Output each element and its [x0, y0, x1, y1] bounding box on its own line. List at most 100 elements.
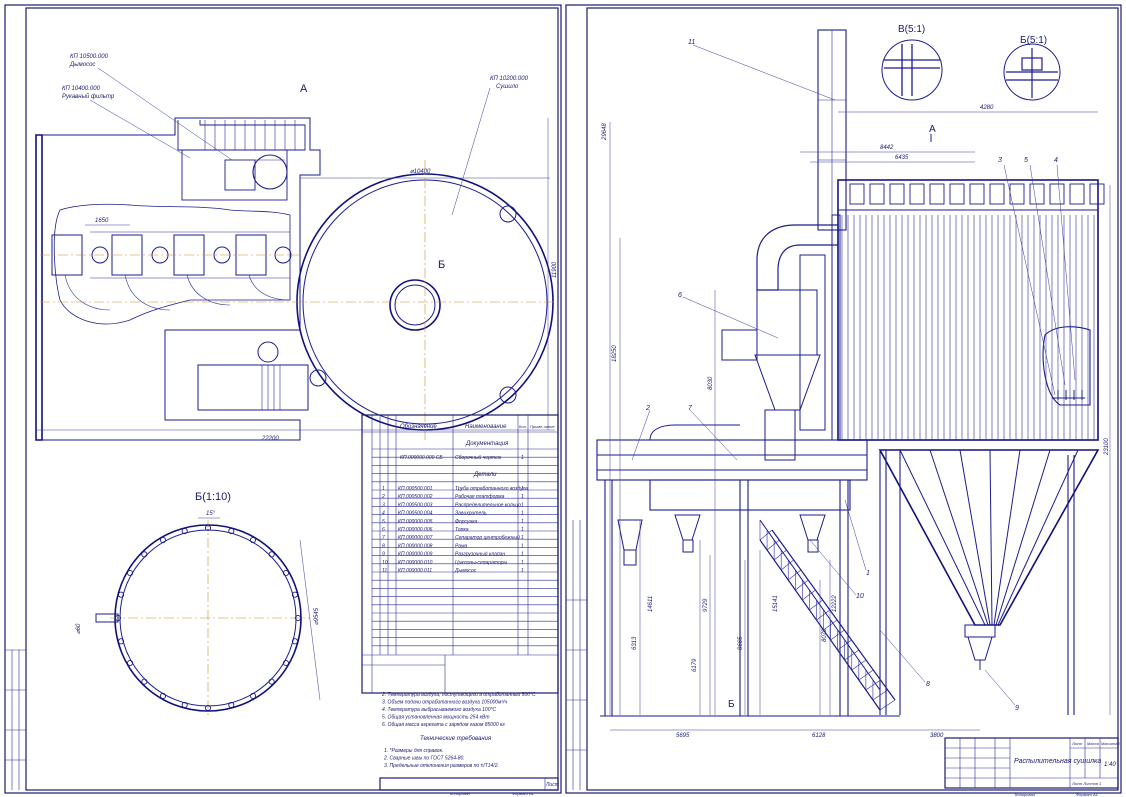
- dim-9729: 9729: [703, 598, 709, 612]
- title-block-mass: Масса: [1087, 741, 1100, 746]
- left-sheet-outer-frame: [4, 4, 562, 794]
- spec-row-name: Дымосос: [454, 568, 477, 574]
- dim-6435: 6435: [895, 155, 909, 161]
- spec-row-code: КП.000000.009: [398, 552, 433, 558]
- inspection-opening: [1042, 326, 1091, 406]
- spec-row-name: Циклоны-сепараторы: [455, 560, 508, 566]
- chimney: [817, 29, 847, 231]
- left-binding-strip: [5, 649, 26, 790]
- dim-8665: 8665: [738, 636, 744, 650]
- position-number: 3: [998, 157, 1002, 164]
- spec-row-code: КП.000500.001: [398, 486, 433, 492]
- spec-header-name: Наименование: [465, 424, 507, 430]
- platform: [596, 424, 868, 511]
- dim-12222: 12222: [832, 595, 838, 612]
- title-block-sheet: Лист: [1071, 741, 1083, 746]
- position-number: 5: [1024, 157, 1028, 164]
- spec-rows: 1 КП.000500.001 Труба отработанного воздух…: [381, 486, 528, 574]
- left-sheet-label: Лист: [545, 782, 559, 788]
- dim-6179: 6179: [692, 658, 698, 672]
- spec-row-code: КП.000500.002: [398, 494, 433, 500]
- detail-b-title: Б(1:10): [195, 491, 231, 503]
- callout-name-3: Сушило: [496, 84, 519, 90]
- spec-doc-code: КП.000000.000 СБ: [400, 455, 443, 461]
- left-copied: Копировал: [450, 791, 471, 796]
- plan-exhauster-box: [224, 159, 256, 191]
- position-number: 7: [688, 405, 693, 412]
- drawing-canvas: А КП 10500.000 Дымосос КП 10400.000 Рука…: [4, 4, 1122, 797]
- spec-row-qty: 1: [521, 535, 524, 541]
- dim-15141: 15141: [773, 595, 779, 612]
- spec-row-name: Форсунка: [455, 519, 478, 525]
- spec-row-code: КП.000000.005: [398, 519, 433, 525]
- spec-header-qty: Кол.: [519, 424, 527, 429]
- spec-row-qty: 1: [521, 502, 524, 508]
- spec-row-code: КП.000000.010: [398, 560, 433, 566]
- spec-section-docs: Документация: [465, 441, 509, 447]
- dim-1650: 1650: [95, 218, 109, 224]
- dim-11900: 11900: [552, 261, 558, 278]
- callout-name-1: Дымосос: [69, 62, 95, 68]
- spec-row-qty: 1: [521, 527, 524, 533]
- position-number: 6: [678, 292, 682, 299]
- spec-row-qty: 1: [521, 568, 524, 574]
- plan-view: [35, 67, 555, 441]
- left-title-strip: [379, 777, 559, 791]
- spec-row-name: Распределительное кольцо: [455, 502, 521, 508]
- ring-hole: [268, 551, 275, 558]
- spec-section-parts: Детали: [473, 472, 497, 478]
- dim-5695: 5695: [676, 733, 690, 739]
- spec-row-code: КП.000000.011: [398, 568, 432, 574]
- left-sheet: А КП 10500.000 Дымосос КП 10400.000 Рука…: [4, 4, 562, 796]
- dim-14611: 14611: [648, 596, 654, 612]
- detail-b-ring: [95, 517, 321, 715]
- callout-code-1: КП 10500.000: [70, 54, 109, 60]
- right-label-b: Б: [728, 699, 735, 710]
- spec-row-name: Сепаратор центробежный: [455, 534, 520, 541]
- spec-row-pos: 9: [382, 552, 385, 558]
- tech-req-line: 2. Сварные швы по ГОСТ 5264-80.: [383, 756, 465, 762]
- view-a-right: А: [929, 124, 936, 135]
- right-sheet-inner-frame: [586, 7, 1119, 791]
- plan-wall-left: [35, 134, 43, 441]
- dim-15deg: 15°: [206, 511, 216, 517]
- spec-row-code: КП.000000.006: [398, 527, 433, 533]
- tech-data-line: 5. Общая установленная мощность 254 кВт: [382, 715, 490, 721]
- tech-data-line: 4. Температура выбрасываемого воздуха 10…: [382, 707, 496, 713]
- dim-23100: 23100: [1104, 438, 1110, 456]
- spec-row-qty: 1: [521, 519, 524, 525]
- spec-doc-qty: 1: [521, 455, 524, 461]
- dim-8442: 8442: [880, 145, 894, 151]
- callout-code-3: КП 10200.000: [490, 76, 529, 82]
- tech-data: 2. Температура воздуха, поступающего в о…: [381, 691, 536, 728]
- spec-row-qty: 1: [521, 543, 524, 549]
- dim-diam-10400: ⌀10400: [410, 169, 431, 175]
- spec-row-code: КП.000500.004: [398, 511, 433, 517]
- spec-row-code: КП.000000.007: [398, 535, 433, 541]
- position-number: 4: [1054, 157, 1058, 164]
- top-rail: [849, 183, 1105, 205]
- tech-req-line: 1. *Размеры для справок.: [384, 748, 443, 754]
- dim-4280: 4280: [980, 105, 994, 111]
- tech-data-line: 2. Температура воздуха, поступающего в о…: [381, 691, 536, 698]
- spec-row-qty: 1: [521, 552, 524, 558]
- tech-req-line: 3. Предельные отклонения размеров по ±IT…: [384, 763, 499, 769]
- tech-data-line: 6. Общая масса агрегата с зарядом газом …: [382, 722, 505, 728]
- dim-6128: 6128: [812, 733, 826, 739]
- spec-header-note: Приме-чание: [530, 424, 555, 429]
- dim-18250: 18250: [612, 345, 618, 362]
- spec-row-qty: 1: [521, 560, 524, 566]
- callout-code-2: КП 10400.000: [62, 86, 101, 92]
- tech-req-title: Технические требования: [420, 736, 492, 742]
- spec-row-pos: 4: [382, 511, 385, 517]
- dryer-ribs: [841, 215, 1095, 440]
- spec-row-pos: 11: [382, 568, 387, 574]
- spec-row-qty: 1: [521, 494, 524, 500]
- spec-row-name: Топка: [455, 527, 469, 533]
- spec-row-name: Разгрузочный клапан: [455, 551, 505, 558]
- title-block-title-1: Распылительная сушилка: [1014, 758, 1101, 765]
- right-sheet-outer-frame: [565, 4, 1122, 794]
- right-format: Формат А1: [1076, 792, 1098, 797]
- spec-doc-name: Сборочный чертеж: [455, 454, 502, 461]
- position-number: 1: [866, 570, 870, 577]
